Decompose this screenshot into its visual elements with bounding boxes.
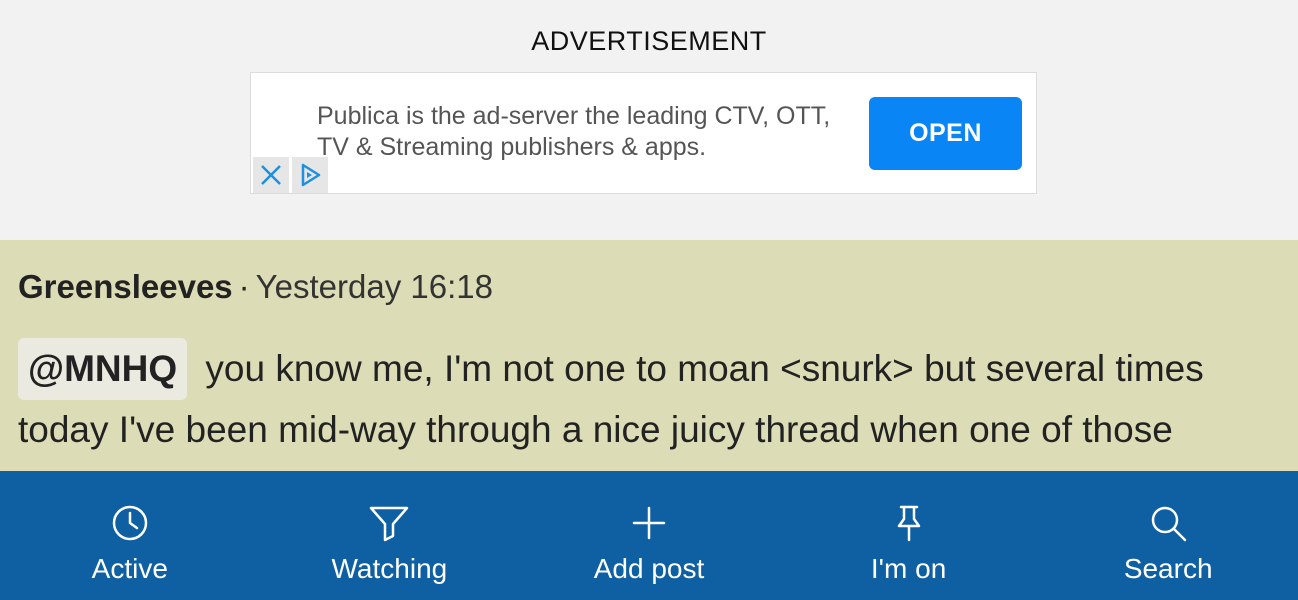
nav-item-search[interactable]: Search <box>1038 471 1298 600</box>
post-separator: · <box>238 268 250 305</box>
post-timestamp: Yesterday 16:18 <box>255 268 493 305</box>
advertisement-label: ADVERTISEMENT <box>531 26 767 56</box>
mention-tag[interactable]: @MNHQ <box>18 338 188 400</box>
nav-label-im-on: I'm on <box>870 553 947 584</box>
pin-icon <box>887 501 931 545</box>
bottom-navigation: Active Watching Add post I'm on Search <box>0 471 1298 600</box>
ad-text: Publica is the ad-server the leading CTV… <box>317 102 831 161</box>
nav-item-active[interactable]: Active <box>0 471 260 600</box>
ad-banner[interactable]: Publica is the ad-server the leading CTV… <box>250 72 1037 194</box>
nav-item-add-post[interactable]: Add post <box>519 471 779 600</box>
search-icon <box>1146 501 1190 545</box>
adchoices-icon[interactable] <box>292 157 328 193</box>
post-body-text: you know me, I'm not one to moan <snurk>… <box>18 348 1204 450</box>
nav-label-search: Search <box>1123 553 1213 584</box>
advertisement-area: ADVERTISEMENT Publica is the ad-server t… <box>0 0 1298 240</box>
nav-label-watching: Watching <box>331 553 448 584</box>
nav-label-add-post: Add post <box>593 553 705 584</box>
close-icon[interactable] <box>253 157 289 193</box>
post-body: @MNHQ you know me, I'm not one to moan <… <box>18 338 1288 460</box>
nav-item-watching[interactable]: Watching <box>260 471 520 600</box>
post: Greensleeves · Yesterday 16:18 @MNHQ you k… <box>0 240 1298 472</box>
post-author[interactable]: Greensleeves <box>18 268 233 305</box>
post-header: Greensleeves · Yesterday 16:18 <box>18 268 493 306</box>
ad-open-button[interactable]: OPEN <box>869 97 1022 170</box>
nav-item-im-on[interactable]: I'm on <box>779 471 1039 600</box>
plus-icon <box>627 501 671 545</box>
nav-label-active: Active <box>91 553 168 584</box>
filter-icon <box>367 501 411 545</box>
clock-icon <box>108 501 152 545</box>
